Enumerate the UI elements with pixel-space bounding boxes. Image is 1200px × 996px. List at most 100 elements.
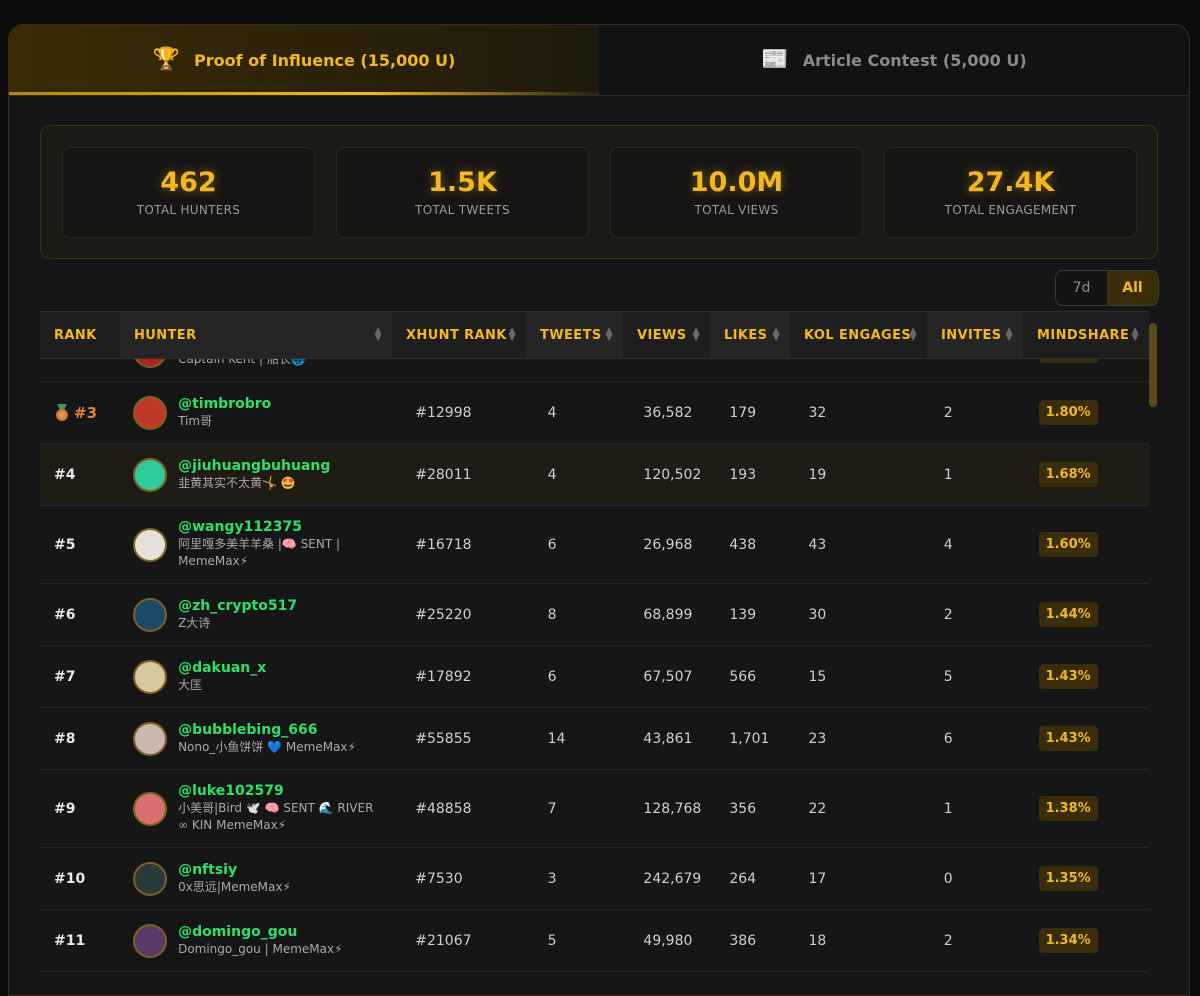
sort-icon: ▲ ▼ <box>1131 326 1139 343</box>
table-row[interactable]: #6 @zh_crypto517 Z大诗 #25220 8 68,899 139 30 2 1.4… <box>40 584 1149 646</box>
table-row[interactable]: #5 @wangy112375 阿里嘎多美羊羊桑 |🧠 SENT | MemeMax… <box>40 506 1149 584</box>
rank-value: #6 <box>54 606 76 623</box>
avatar[interactable] <box>133 395 168 430</box>
hunter-handle-link[interactable]: @zh_crypto517 <box>178 598 384 615</box>
rank-value: #9 <box>54 800 76 817</box>
views-cell: 43,861 <box>643 730 693 747</box>
table-row[interactable]: #8 @bubblebing_666 Nono_小鱼饼饼 💙 MemeMax⚡ #55… <box>40 708 1149 770</box>
hunter-handle-link[interactable]: @domingo_gou <box>178 924 384 941</box>
column-header-hunter[interactable]: HUNTER ▲ ▼ <box>120 312 392 358</box>
likes-cell: 386 <box>729 932 757 949</box>
mindshare-badge: 1.43% <box>1038 664 1098 689</box>
hunter-handle-link[interactable]: @timbrobro <box>178 396 384 413</box>
table-row[interactable]: #3 @timbrobro Tim哥 #12998 4 36,582 179 32 2 1.80% <box>40 382 1149 444</box>
mindshare-cell: 1.43% <box>1025 726 1149 751</box>
column-header-mindshare[interactable]: MINDSHARE ▲ ▼ <box>1023 312 1149 358</box>
hunter-cell: @wangy112375 阿里嘎多美羊羊桑 |🧠 SENT | MemeMax⚡ <box>119 519 401 570</box>
scrollbar-thumb[interactable] <box>1149 323 1157 407</box>
column-header-invites[interactable]: INVITES ▲ ▼ <box>927 312 1023 358</box>
mindshare-badge: 1.44% <box>1038 602 1098 627</box>
hunter-display-name: 小美哥|Bird 🕊️ 🧠 SENT 🌊 RIVER ∞ KIN MemeMax… <box>178 801 374 832</box>
tweets-cell: 6 <box>547 536 557 553</box>
invites-cell: 0 <box>943 870 953 887</box>
avatar[interactable] <box>133 721 168 756</box>
timeframe-7d-button[interactable]: 7d <box>1056 271 1107 305</box>
xhunt-rank-cell: #25220 <box>415 606 472 623</box>
hunter-display-name: Nono_小鱼饼饼 💙 MemeMax⚡ <box>178 739 356 754</box>
stat-total-views: 10.0M TOTAL VIEWS <box>610 147 863 238</box>
stat-total-engagement: 27.4K TOTAL ENGAGEMENT <box>884 147 1137 238</box>
stat-label: TOTAL VIEWS <box>694 203 779 217</box>
kol-engages-cell: 22 <box>808 800 827 817</box>
table-row[interactable]: #11 @domingo_gou Domingo_gou | MemeMax⚡ #21… <box>40 910 1149 972</box>
xhunt-rank-cell: #7530 <box>415 870 463 887</box>
tab-proof-of-influence[interactable]: 🏆 Proof of Influence (15,000 U) <box>9 25 609 95</box>
avatar[interactable] <box>133 527 168 562</box>
table-row[interactable]: #4 @jiuhuangbuhuang 韭黄其实不太黄🤸 🤩 #28011 4 120,5… <box>40 444 1149 506</box>
kol-engages-cell: 19 <box>808 466 827 483</box>
kol-engages-cell: 17 <box>808 870 827 887</box>
tweets-cell: 7 <box>547 800 557 817</box>
tab-article-contest[interactable]: 📰 Article Contest (5,000 U) <box>599 25 1189 95</box>
avatar[interactable] <box>133 791 168 826</box>
hunter-handle-link[interactable]: @luke102579 <box>178 783 384 800</box>
hunter-handle-link[interactable]: @wangy112375 <box>178 519 384 536</box>
hunter-cell: @zh_crypto517 Z大诗 <box>119 597 401 632</box>
hunter-cell: @domingo_gou Domingo_gou | MemeMax⚡ <box>119 923 401 958</box>
column-header-tweets[interactable]: TWEETS ▲ ▼ <box>526 312 623 358</box>
column-header-xhunt-rank[interactable]: XHUNT RANK ▲ ▼ <box>392 312 526 358</box>
hunter-display-name: 大匡 <box>178 677 203 692</box>
avatar[interactable] <box>133 457 168 492</box>
mindshare-badge: 1.60% <box>1038 532 1098 557</box>
hunter-cell: @nftsiy 0x思远|MemeMax⚡ <box>119 861 401 896</box>
tweets-cell: 8 <box>547 606 557 623</box>
avatar[interactable] <box>133 597 168 632</box>
hunter-cell: @bubblebing_666 Nono_小鱼饼饼 💙 MemeMax⚡ <box>119 721 401 756</box>
table-row[interactable]: #7 @dakuan_x 大匡 #17892 6 67,507 566 15 5 1.43% <box>40 646 1149 708</box>
tweets-cell: 4 <box>547 466 557 483</box>
xhunt-rank-cell: #17892 <box>415 668 472 685</box>
column-header-likes[interactable]: LIKES ▲ ▼ <box>710 312 790 358</box>
xhunt-rank-cell: #16718 <box>415 536 472 553</box>
bronze-medal-icon <box>54 403 70 422</box>
rank-value: #4 <box>54 466 76 483</box>
rank-value: #10 <box>54 870 86 887</box>
xhunt-rank-cell: #48858 <box>415 800 472 817</box>
likes-cell: 193 <box>729 466 757 483</box>
stat-value: 10.0M <box>689 167 784 198</box>
hunter-handle-link[interactable]: @jiuhuangbuhuang <box>178 458 384 475</box>
rank-value: #5 <box>54 536 76 553</box>
mindshare-cell: 1.44% <box>1025 602 1149 627</box>
hunter-display-name: 阿里嘎多美羊羊桑 |🧠 SENT | MemeMax⚡ <box>178 537 341 568</box>
column-label: HUNTER <box>134 327 197 343</box>
contest-tabs: 🏆 Proof of Influence (15,000 U) 📰 Articl… <box>9 25 1189 96</box>
table-row[interactable]: #10 @nftsiy 0x思远|MemeMax⚡ #7530 3 242,679 264 1… <box>40 848 1149 910</box>
hunter-handle-link[interactable]: @nftsiy <box>178 862 384 879</box>
views-cell: 67,507 <box>643 668 693 685</box>
stat-value: 462 <box>160 167 217 198</box>
avatar[interactable] <box>133 923 168 958</box>
likes-cell: 356 <box>729 800 757 817</box>
column-label: MINDSHARE <box>1037 327 1130 343</box>
kol-engages-cell: 43 <box>808 536 827 553</box>
mindshare-cell: 1.43% <box>1025 664 1149 689</box>
mindshare-badge: 1.38% <box>1038 796 1098 821</box>
avatar[interactable] <box>133 861 168 896</box>
column-header-kol-engages[interactable]: KOL ENGAGES ▲ ▼ <box>790 312 927 358</box>
kol-engages-cell: 23 <box>808 730 827 747</box>
xhunt-rank-cell: #28011 <box>415 466 472 483</box>
column-label: TWEETS <box>540 327 602 343</box>
mindshare-cell: 1.60% <box>1025 532 1149 557</box>
table-row[interactable]: #9 @luke102579 小美哥|Bird 🕊️ 🧠 SENT 🌊 RIVER … <box>40 770 1149 848</box>
column-header-views[interactable]: VIEWS ▲ ▼ <box>623 312 710 358</box>
stat-label: TOTAL TWEETS <box>415 203 510 217</box>
mindshare-cell: 1.38% <box>1025 796 1149 821</box>
avatar[interactable] <box>133 659 168 694</box>
hunter-handle-link[interactable]: @dakuan_x <box>178 660 384 677</box>
sort-icon: ▲ ▼ <box>374 326 382 343</box>
timeframe-all-button[interactable]: All <box>1107 271 1158 305</box>
hunter-handle-link[interactable]: @bubblebing_666 <box>178 722 384 739</box>
sort-icon: ▲ ▼ <box>1005 326 1013 343</box>
sort-icon: ▲ ▼ <box>508 326 516 343</box>
invites-cell: 2 <box>943 606 953 623</box>
